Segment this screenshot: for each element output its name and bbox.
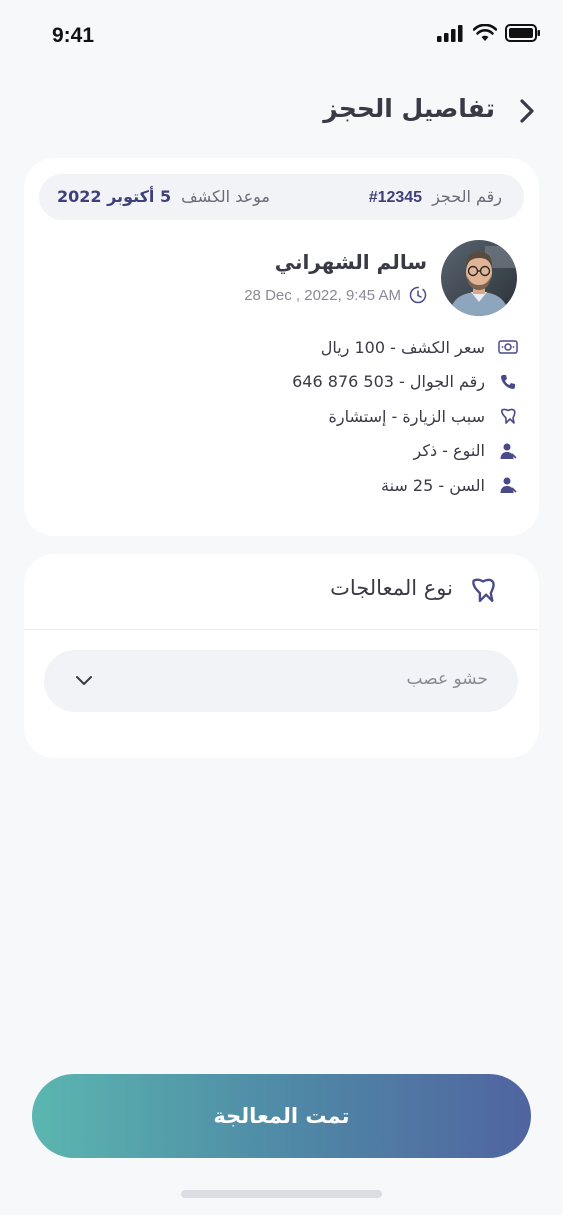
patient-name: سالم الشهراني (274, 250, 427, 274)
battery-icon (505, 24, 540, 42)
chevron-down-icon (74, 670, 94, 694)
home-indicator (181, 1190, 382, 1198)
treatment-card: نوع المعالجات حشو عصب (24, 554, 539, 758)
treatment-done-label: تمت المعالجة (213, 1104, 350, 1128)
booking-number-value: #12345 (368, 189, 423, 206)
detail-price: سعر الكشف - 100 ريال (292, 330, 519, 365)
person-icon (497, 440, 519, 462)
patient-datetime-text: 28 Dec , 2022, 9:45 AM (244, 286, 401, 304)
booking-card: رقم الحجز #12345 موعد الكشف 5 أكتوبر 202… (24, 158, 539, 536)
status-time: 9:41 (52, 24, 95, 47)
detail-phone: رقم الجوال - 503 876 646 (292, 365, 519, 400)
signal-icon (437, 25, 463, 42)
status-icons (437, 24, 541, 42)
detail-gender-text: النوع - ذكر (413, 441, 485, 461)
detail-gender: النوع - ذكر (292, 434, 519, 469)
treatment-done-button[interactable]: تمت المعالجة (32, 1074, 531, 1158)
tooth-icon (497, 405, 519, 427)
avatar (441, 240, 517, 316)
detail-phone-text: رقم الجوال - 503 876 646 (292, 372, 485, 392)
treatment-header: نوع المعالجات (24, 554, 539, 630)
treatment-title: نوع المعالجات (330, 576, 453, 600)
clock-icon (409, 286, 427, 304)
person-icon (497, 474, 519, 496)
treatment-type-select[interactable]: حشو عصب (44, 650, 518, 712)
patient-details-list: سعر الكشف - 100 ريال رقم الجوال - 503 87… (292, 330, 519, 503)
booking-number-label: رقم الحجز (432, 187, 502, 206)
money-icon (497, 336, 519, 358)
avatar-photo (441, 240, 517, 316)
chevron-right-icon (520, 99, 534, 123)
back-button[interactable] (513, 96, 541, 126)
detail-age-text: السن - 25 سنة (381, 475, 485, 495)
page-header: تفاصيل الحجز (0, 88, 563, 134)
booking-summary-strip: رقم الحجز #12345 موعد الكشف 5 أكتوبر 202… (39, 174, 524, 220)
detail-visit-reason-text: سبب الزيارة - إستشارة (328, 406, 486, 426)
page-title: تفاصيل الحجز (323, 94, 495, 123)
tooth-icon (469, 576, 497, 608)
wifi-icon (473, 24, 497, 41)
booking-number: رقم الحجز #12345 (369, 187, 502, 207)
phone-icon (497, 371, 519, 393)
detail-age: السن - 25 سنة (292, 468, 519, 503)
detail-visit-reason: سبب الزيارة - إستشارة (292, 399, 519, 434)
treatment-type-value: حشو عصب (406, 669, 488, 689)
detail-price-text: سعر الكشف - 100 ريال (320, 337, 485, 357)
patient-datetime: 28 Dec , 2022, 9:45 AM (244, 286, 427, 304)
booking-date: موعد الكشف 5 أكتوبر 2022 (57, 187, 270, 206)
status-bar: 9:41 (0, 0, 563, 70)
booking-date-label: موعد الكشف (181, 187, 270, 206)
booking-date-value: 5 أكتوبر 2022 (57, 187, 172, 206)
